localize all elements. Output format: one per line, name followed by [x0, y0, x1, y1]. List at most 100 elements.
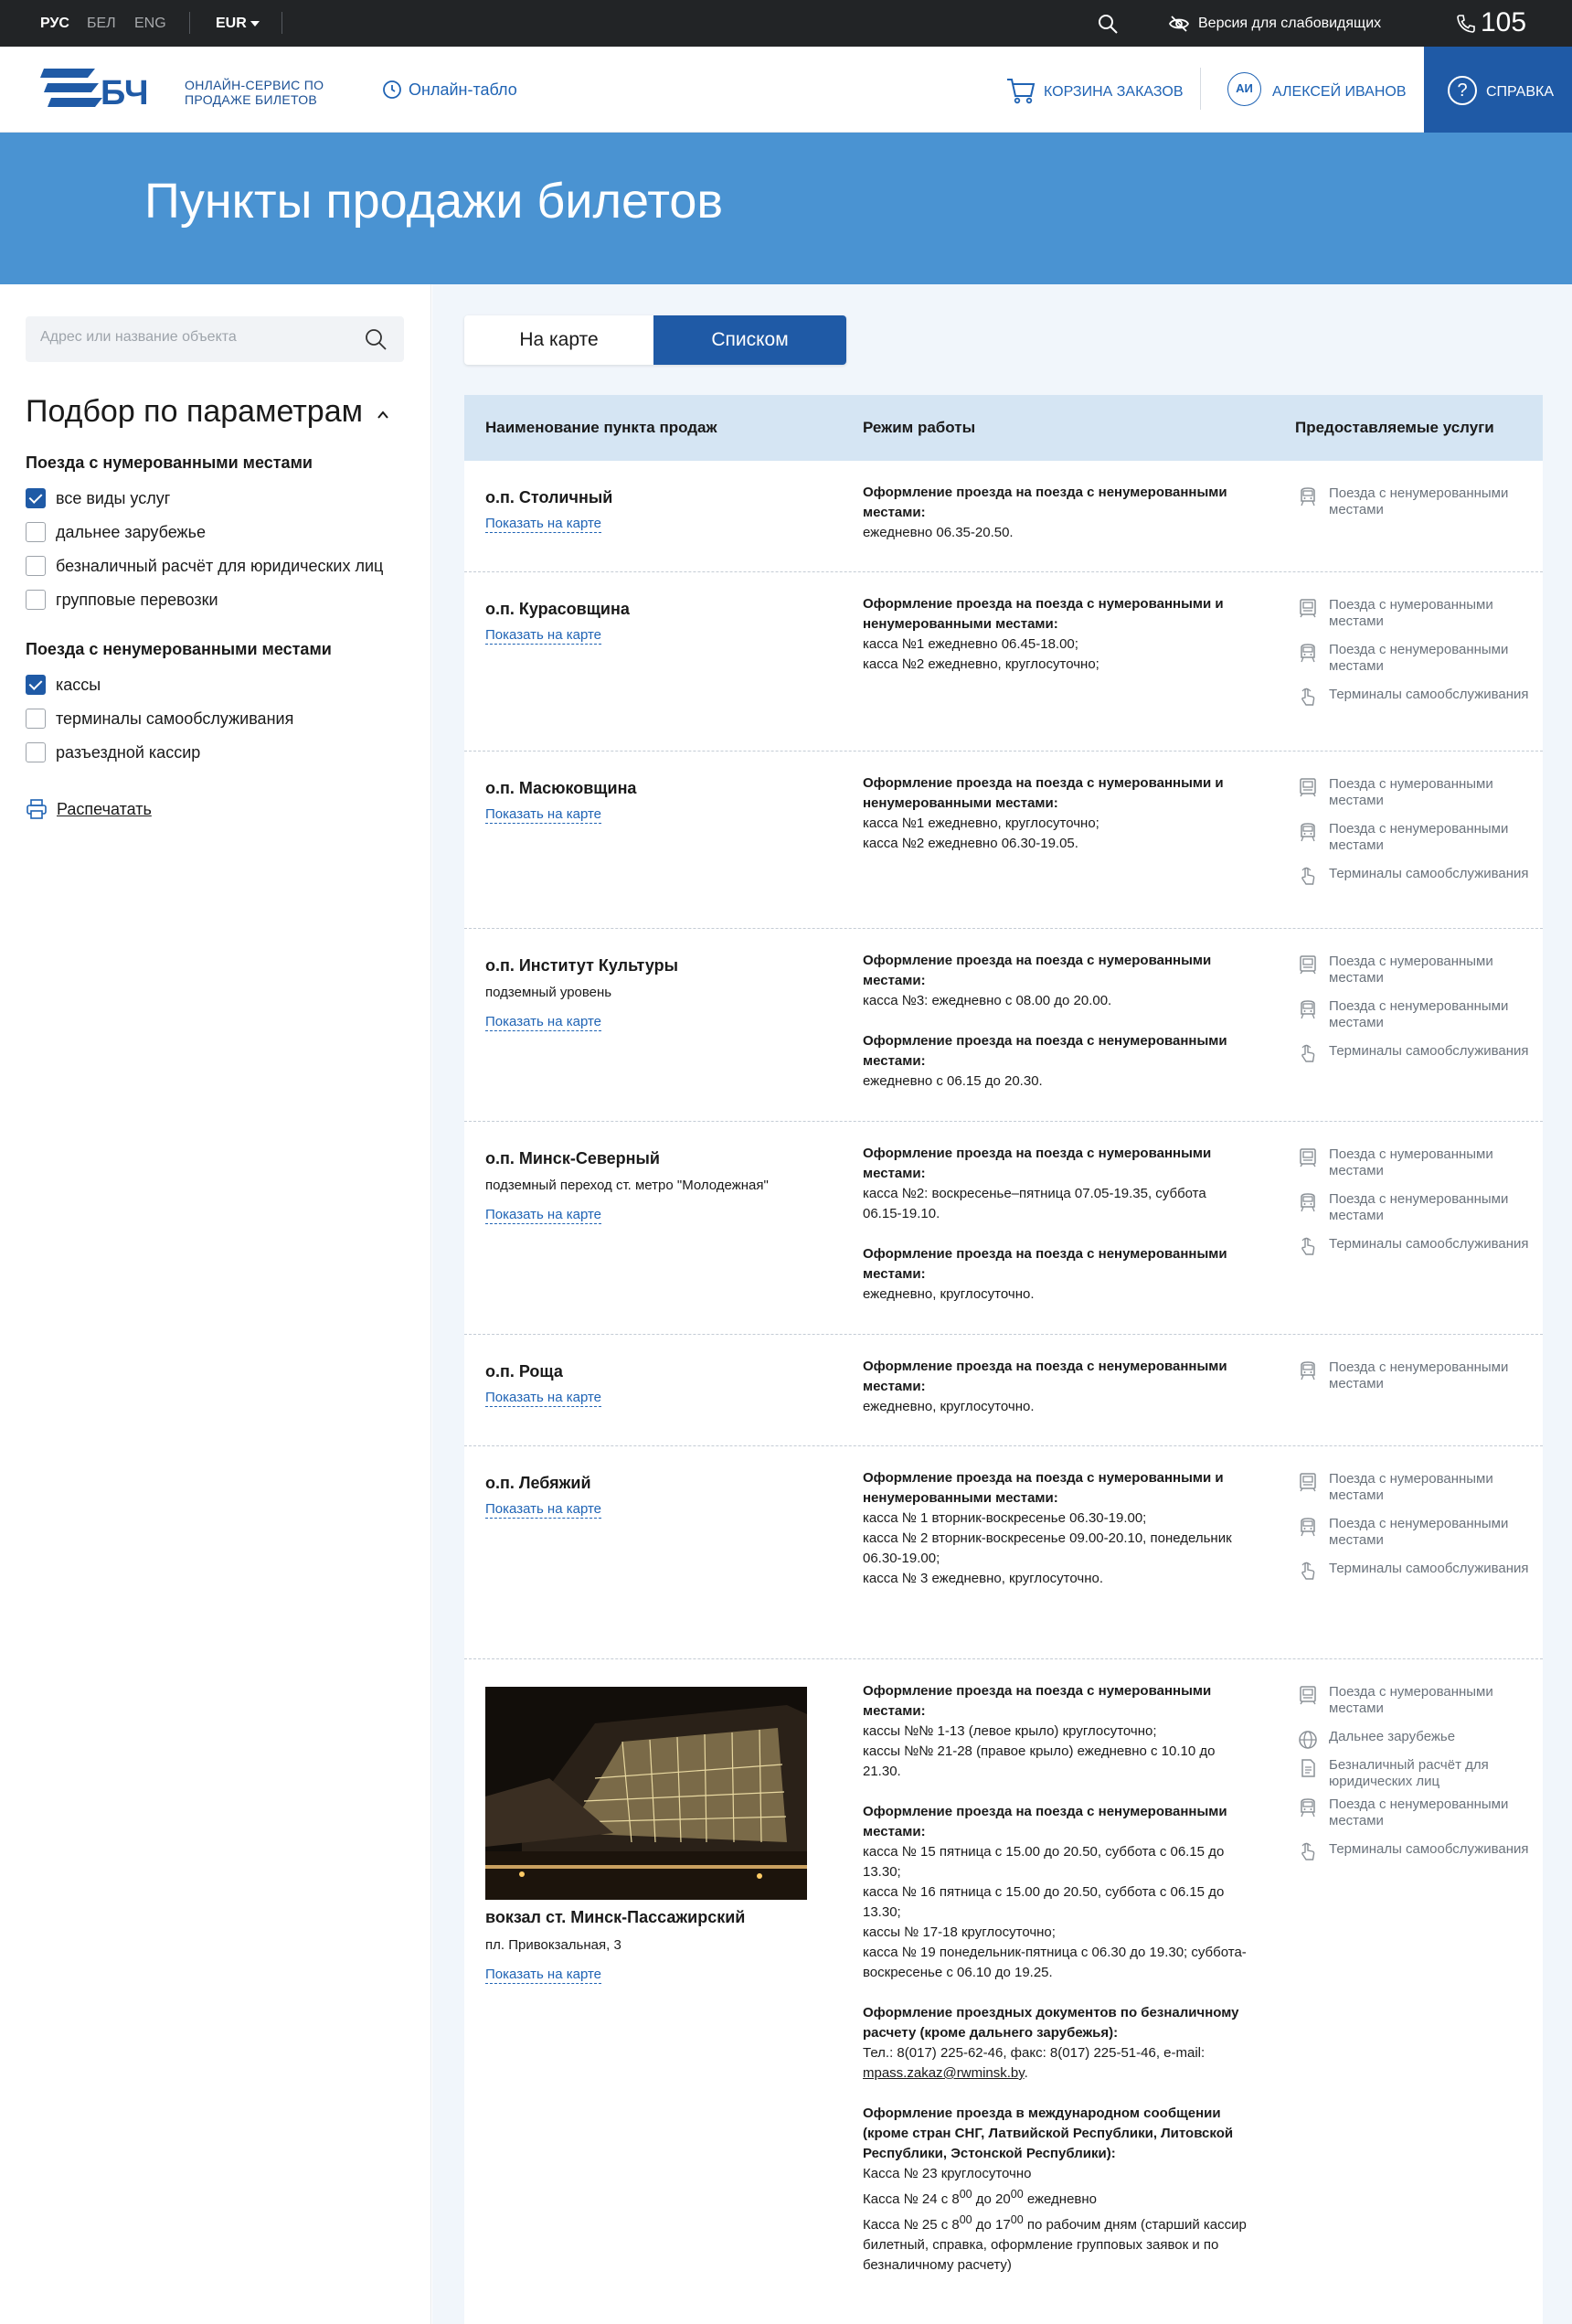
- service-label: Терминалы самообслуживания: [1329, 1561, 1529, 1576]
- checkbox-cashless[interactable]: [26, 556, 46, 576]
- svg-text:БЧ: БЧ: [101, 74, 149, 112]
- show-on-map-link[interactable]: Показать на карте: [485, 627, 602, 645]
- schedule-line: ежедневно, круглосуточно.: [863, 1399, 1035, 1414]
- checkbox-ticket-offices[interactable]: [26, 675, 46, 695]
- checkbox-label[interactable]: разъездной кассир: [56, 743, 200, 762]
- filter-title[interactable]: Подбор по параметрам: [26, 394, 363, 430]
- tab-map[interactable]: На карте: [464, 315, 653, 365]
- show-on-map-link[interactable]: Показать на карте: [485, 1390, 602, 1407]
- service-label: Поезда с ненумерованными местами: [1329, 642, 1509, 674]
- printer-icon[interactable]: [26, 799, 48, 819]
- table-row: о.п. Лебяжий Показать на карте Оформлени…: [464, 1446, 1543, 1659]
- schedule-title: Оформление проездных документов по безна…: [863, 2005, 1239, 2041]
- filter-sidebar: Подбор по параметрам Поезда с нумерованн…: [0, 284, 431, 2324]
- service-item: Терминалы самообслуживания: [1298, 1561, 1535, 1598]
- terminal-touch-icon: [1301, 1044, 1315, 1062]
- checkbox-label[interactable]: групповые перевозки: [56, 591, 218, 610]
- user-name[interactable]: Алексей Иванов: [1272, 84, 1407, 101]
- table-row: о.п. Столичный Показать на карте Оформле…: [464, 461, 1543, 572]
- service-label: Поезда с нумерованными местами: [1329, 1471, 1493, 1503]
- service-item: Поезда с ненумерованными местами: [1298, 485, 1535, 523]
- search-field[interactable]: [26, 316, 404, 362]
- schedule-title: Оформление проезда на поезда с нумерован…: [863, 775, 1224, 811]
- avatar[interactable]: АИ: [1227, 72, 1261, 106]
- schedule-title: Оформление проезда на поезда с нумерован…: [863, 1470, 1224, 1506]
- document-icon: [1301, 1759, 1315, 1777]
- service-item: Поезда с нумерованными местами: [1298, 1471, 1535, 1508]
- search-input[interactable]: [40, 329, 351, 346]
- tab-list[interactable]: Списком: [653, 315, 846, 365]
- table-header: Наименование пункта продаж Режим работы …: [464, 395, 1543, 461]
- low-vision-link[interactable]: Версия для слабовидящих: [1198, 16, 1381, 32]
- search-icon[interactable]: [364, 327, 388, 351]
- show-on-map-link[interactable]: Показать на карте: [485, 1207, 602, 1224]
- lang-ru[interactable]: РУС: [40, 16, 69, 32]
- checkbox-label[interactable]: безналичный расчёт для юридических лиц: [56, 557, 383, 576]
- online-board-link[interactable]: Онлайн-табло: [409, 80, 517, 100]
- email-link[interactable]: mpass.zakaz@rwminsk.by: [863, 2065, 1025, 2081]
- point-address: подземный переход ст. метро "Молодежная": [485, 1178, 769, 1193]
- lang-by[interactable]: БЕЛ: [87, 16, 116, 32]
- checkbox-label[interactable]: терминалы самообслуживания: [56, 709, 293, 729]
- schedule-line: касса № 3 ежедневно, круглосуточно.: [863, 1571, 1104, 1586]
- train-numbered-icon: [1300, 1686, 1316, 1705]
- checkbox-label[interactable]: дальнее зарубежье: [56, 523, 206, 542]
- service-label: Поезда с ненумерованными местами: [1329, 1796, 1509, 1828]
- schedule-title: Оформление проезда на поезда с нумерован…: [863, 953, 1212, 988]
- checkbox-far-abroad[interactable]: [26, 522, 46, 542]
- schedule: Оформление проезда на поезда с нумерован…: [863, 594, 1247, 675]
- checkbox-label[interactable]: кассы: [56, 676, 101, 695]
- point-address: подземный уровень: [485, 985, 612, 1000]
- show-on-map-link[interactable]: Показать на карте: [485, 806, 602, 824]
- schedule-line: кассы № 17-18 круглосуточно;: [863, 1924, 1056, 1940]
- service-label: Поезда с нумерованными местами: [1329, 1146, 1493, 1178]
- train-unnumbered-icon: [1301, 487, 1315, 506]
- checkbox-group-transport[interactable]: [26, 590, 46, 610]
- schedule-line: касса № 15 пятница с 15.00 до 20.50, суб…: [863, 1844, 1225, 1880]
- show-on-map-link[interactable]: Показать на карте: [485, 516, 602, 533]
- schedule: Оформление проезда на поезда с ненумеров…: [863, 483, 1247, 543]
- schedule-line: касса № 16 пятница с 15.00 до 20.50, суб…: [863, 1884, 1225, 1920]
- show-on-map-link[interactable]: Показать на карте: [485, 1501, 602, 1519]
- divider: [281, 12, 282, 34]
- phone-number[interactable]: 105: [1481, 7, 1526, 38]
- service-label: Поезда с ненумерованными местами: [1329, 1191, 1509, 1223]
- checkbox-label[interactable]: все виды услуг: [56, 489, 170, 508]
- chevron-up-icon[interactable]: [377, 409, 389, 421]
- cart-icon[interactable]: [1005, 76, 1036, 105]
- service-item: Терминалы самообслуживания: [1298, 1043, 1535, 1081]
- bch-logo-icon[interactable]: БЧ: [40, 61, 177, 118]
- service-item: Поезда с ненумерованными местами: [1298, 1191, 1535, 1229]
- service-item: Поезда с нумерованными местами: [1298, 1684, 1535, 1722]
- checkbox-all-services[interactable]: [26, 488, 46, 508]
- train-unnumbered-icon: [1301, 1000, 1315, 1019]
- currency-select[interactable]: EUR: [216, 16, 247, 32]
- checkbox-terminals[interactable]: [26, 709, 46, 729]
- train-unnumbered-icon: [1301, 1518, 1315, 1537]
- schedule-line: ежедневно 06.35-20.50.: [863, 525, 1014, 540]
- show-on-map-link[interactable]: Показать на карте: [485, 1014, 602, 1031]
- chevron-down-icon[interactable]: [250, 21, 260, 27]
- service-label: Поезда с ненумерованными местами: [1329, 1359, 1509, 1391]
- table-row: вокзал ст. Минск-Пассажирский пл. Привок…: [464, 1659, 1543, 2324]
- help-button[interactable]: ? Справка: [1424, 47, 1572, 133]
- eye-off-icon[interactable]: [1168, 13, 1190, 35]
- cart-link[interactable]: Корзина заказов: [1044, 84, 1184, 101]
- lang-en[interactable]: ENG: [134, 16, 166, 32]
- schedule: Оформление проезда на поезда с ненумеров…: [863, 1357, 1247, 1417]
- service-label: Дальнее зарубежье: [1329, 1729, 1456, 1744]
- schedule-title: Оформление проезда на поезда с ненумеров…: [863, 1804, 1227, 1839]
- phone-icon: [1457, 15, 1475, 33]
- schedule-title: Оформление проезда на поезда с ненумеров…: [863, 1033, 1227, 1069]
- station-photo: [485, 1687, 807, 1900]
- point-name: о.п. Минск-Северный: [485, 1149, 660, 1167]
- show-on-map-link[interactable]: Показать на карте: [485, 1967, 602, 1984]
- service-item: Поезда с ненумерованными местами: [1298, 821, 1535, 858]
- table-row: о.п. Минск-Северный подземный переход ст…: [464, 1122, 1543, 1335]
- checkbox-travelling-cashier[interactable]: [26, 742, 46, 762]
- page-banner: Пункты продажи билетов: [0, 133, 1572, 284]
- schedule-line: кассы №№ 1-13 (левое крыло) круглосуточн…: [863, 1723, 1157, 1739]
- print-link[interactable]: Распечатать: [57, 800, 152, 819]
- search-icon[interactable]: [1097, 13, 1119, 35]
- clock-icon: [383, 80, 401, 99]
